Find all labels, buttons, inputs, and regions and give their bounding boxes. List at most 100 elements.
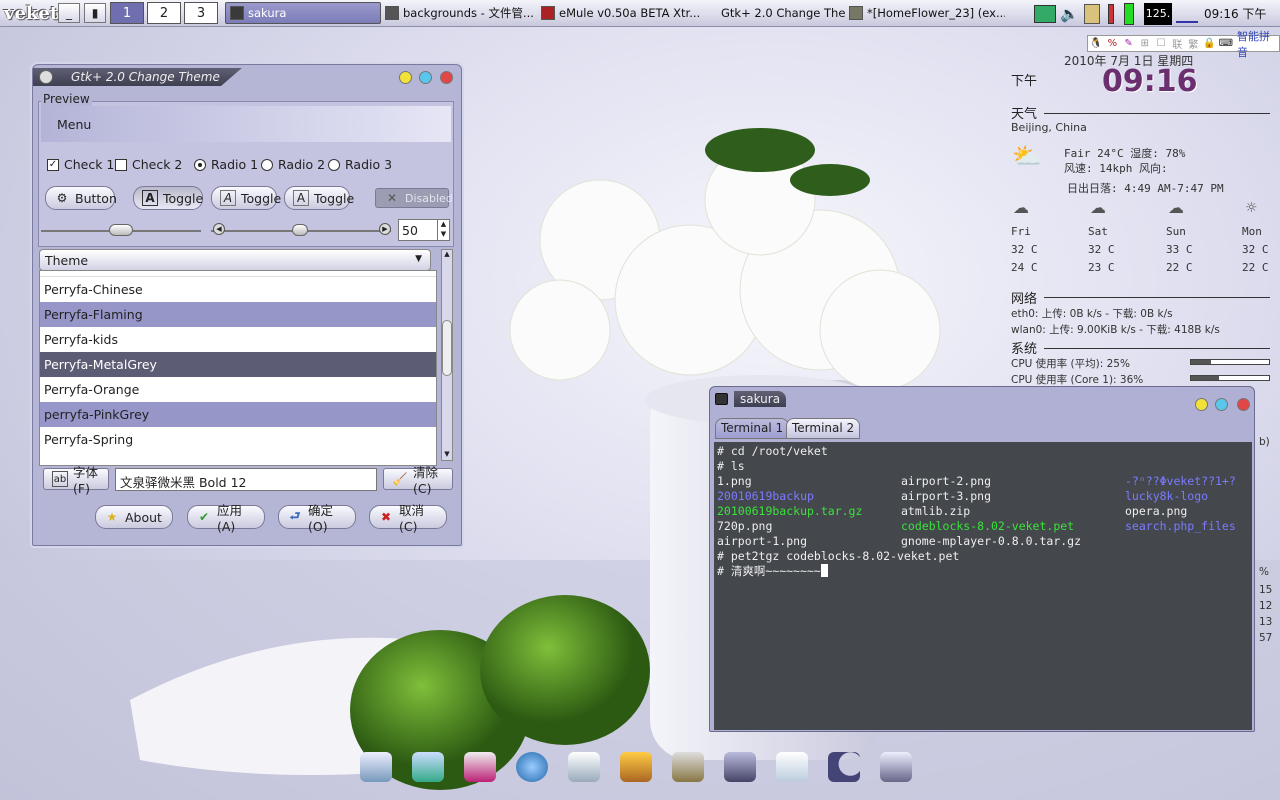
dock-moon-icon[interactable] bbox=[824, 748, 864, 786]
spin-button[interactable]: 50 ▲ ▼ bbox=[398, 219, 450, 241]
task-gtk-theme[interactable]: Gtk+ 2.0 Change The... bbox=[705, 2, 845, 24]
minimize-all-button[interactable]: _ bbox=[58, 3, 80, 23]
ime-trad-icon[interactable]: 联 bbox=[1169, 36, 1185, 51]
terminal-output[interactable]: # cd /root/veket # ls 1.png airport-2.png… bbox=[714, 442, 1252, 730]
check2-box[interactable] bbox=[115, 158, 127, 171]
radio2-dot[interactable] bbox=[261, 158, 273, 171]
minimize-button[interactable] bbox=[399, 71, 412, 84]
dock-image-viewer-icon[interactable] bbox=[408, 748, 448, 786]
terminal-minimize-button[interactable] bbox=[1195, 398, 1208, 411]
dock-webcam-icon[interactable] bbox=[720, 748, 760, 786]
radio1[interactable]: Radio 1 bbox=[194, 157, 258, 172]
toggle-1[interactable]: A Toggle bbox=[133, 186, 203, 210]
terminal-launcher-icon[interactable]: ▮ bbox=[84, 3, 106, 23]
task-sakura[interactable]: sakura bbox=[225, 2, 381, 24]
scroll-up-icon[interactable]: ▲ bbox=[442, 250, 452, 260]
check2[interactable]: Check 2 bbox=[115, 157, 182, 172]
taskbar-clock[interactable]: 09:16 下午 bbox=[1204, 5, 1266, 22]
radio3[interactable]: Radio 3 bbox=[328, 157, 392, 172]
scrollbar-thumb[interactable] bbox=[442, 320, 452, 376]
dock-globe-icon[interactable] bbox=[512, 748, 552, 786]
radio2[interactable]: Radio 2 bbox=[261, 157, 325, 172]
close-button[interactable] bbox=[440, 71, 453, 84]
tab-terminal-2[interactable]: Terminal 2 bbox=[786, 418, 861, 439]
ime-simp-icon[interactable]: ☐ bbox=[1153, 38, 1169, 49]
network-header: 网络 bbox=[1011, 292, 1038, 307]
toggle-2[interactable]: A Toggle bbox=[211, 186, 281, 210]
task-emule[interactable]: eMule v0.50a BETA Xtr... bbox=[537, 2, 705, 24]
radio1-dot[interactable] bbox=[194, 158, 206, 171]
ls-row: 1.png airport-2.png -?ⁿ??Φveket??1+? bbox=[717, 474, 1249, 489]
theme-item[interactable]: perryfa-PinkGrey bbox=[40, 402, 436, 427]
maximize-button[interactable] bbox=[419, 71, 432, 84]
network-icon[interactable] bbox=[1034, 4, 1056, 23]
gtk-window-title: Gtk+ 2.0 Change Theme bbox=[33, 68, 242, 86]
window-menu-icon[interactable] bbox=[39, 70, 53, 84]
spin-up-icon[interactable]: ▲ bbox=[437, 220, 449, 230]
preview-menubar: Menu bbox=[41, 106, 451, 142]
system-header: 系统 bbox=[1011, 342, 1038, 357]
spin-down-icon[interactable]: ▼ bbox=[437, 230, 449, 240]
task-gimp[interactable]: *[HomeFlower_23] (ex... bbox=[845, 2, 1005, 24]
scroll-right-icon[interactable]: ▶ bbox=[379, 223, 391, 235]
ime-penguin-icon[interactable]: 🐧 bbox=[1088, 38, 1104, 49]
conky-partial-1: b) bbox=[1259, 436, 1270, 448]
apply-button[interactable]: ✔ 应用(A) bbox=[187, 503, 265, 534]
ok-button[interactable]: ⮐ 确定(O) bbox=[278, 503, 356, 534]
clear-button[interactable]: 🧹 清除(C) bbox=[383, 465, 453, 496]
dock-notes-icon[interactable] bbox=[772, 748, 812, 786]
gear-icon: ⚙ bbox=[56, 191, 68, 205]
ime-name[interactable]: 智能拼音 bbox=[1237, 28, 1279, 60]
ime-full-icon[interactable]: 繁 bbox=[1185, 36, 1201, 51]
task-file-manager[interactable]: backgrounds - 文件管... bbox=[381, 2, 537, 24]
theme-item[interactable]: Perryfa-Orange bbox=[40, 377, 436, 402]
dock-music-icon[interactable] bbox=[616, 748, 656, 786]
theme-list-scrollbar[interactable]: ▲ ▼ bbox=[441, 249, 453, 461]
terminal-maximize-button[interactable] bbox=[1215, 398, 1228, 411]
check1-box[interactable]: ✓ bbox=[47, 158, 59, 171]
ime-keyboard-icon[interactable]: ⌨ bbox=[1218, 38, 1234, 49]
font-entry[interactable]: 文泉驿微米黑 Bold 12 bbox=[115, 468, 377, 491]
spin-value[interactable]: 50 bbox=[402, 223, 418, 238]
theme-item[interactable]: Perryfa-Chinese bbox=[40, 277, 436, 302]
theme-item[interactable]: Perryfa-Spring bbox=[40, 427, 436, 452]
dock-editor-icon[interactable] bbox=[564, 748, 604, 786]
gtk-theme-window: Gtk+ 2.0 Change Theme Preview Menu ✓ Chec… bbox=[32, 64, 462, 546]
hscale-1-knob[interactable] bbox=[109, 224, 133, 236]
tab-terminal-1[interactable]: Terminal 1 bbox=[715, 418, 790, 439]
terminal-close-button[interactable] bbox=[1237, 398, 1250, 411]
radio3-dot[interactable] bbox=[328, 158, 340, 171]
desktop-3-button[interactable]: 3 bbox=[184, 2, 218, 24]
dock-camera-icon[interactable] bbox=[876, 748, 916, 786]
preview-button[interactable]: ⚙ Button bbox=[45, 186, 117, 210]
clipboard-icon[interactable] bbox=[1084, 3, 1100, 24]
distro-logo[interactable]: veket bbox=[0, 0, 58, 27]
about-button[interactable]: ★ About bbox=[95, 505, 173, 529]
forecast-high-sat: 32 C bbox=[1088, 243, 1115, 256]
hscale-2-knob[interactable] bbox=[292, 224, 308, 236]
ime-lock-icon[interactable]: 🔒 bbox=[1202, 38, 1218, 49]
font-button[interactable]: ab 字体(F) bbox=[43, 465, 109, 496]
ime-mode-icon[interactable]: % bbox=[1104, 38, 1120, 49]
gtk-titlebar[interactable]: Gtk+ 2.0 Change Theme bbox=[33, 65, 461, 89]
theme-item[interactable]: Perryfa-kids bbox=[40, 327, 436, 352]
ime-punct-icon[interactable]: ⊞ bbox=[1137, 38, 1153, 49]
terminal-titlebar[interactable]: sakura bbox=[710, 387, 1254, 411]
scroll-left-icon[interactable]: ◀ bbox=[213, 223, 225, 235]
volume-icon[interactable]: 🔈 bbox=[1060, 5, 1079, 23]
toggle-3[interactable]: A Toggle bbox=[284, 186, 354, 210]
dock-flower-icon[interactable] bbox=[460, 748, 500, 786]
theme-combo[interactable]: Theme ▼ bbox=[39, 249, 431, 271]
desktop-1-button[interactable]: 1 bbox=[110, 2, 144, 24]
check1[interactable]: ✓ Check 1 bbox=[47, 157, 114, 172]
preview-menu[interactable]: Menu bbox=[57, 117, 91, 132]
theme-item-selected[interactable]: Perryfa-MetalGrey bbox=[40, 352, 436, 377]
dock-browser-icon[interactable] bbox=[356, 748, 396, 786]
ime-pen-icon[interactable]: ✎ bbox=[1120, 38, 1136, 49]
dock-gimp-icon[interactable] bbox=[668, 748, 708, 786]
enter-arrow-icon: ⮐ bbox=[289, 508, 301, 523]
cancel-button[interactable]: ✖ 取消(C) bbox=[369, 503, 447, 534]
theme-item[interactable]: Perryfa-Flaming bbox=[40, 302, 436, 327]
desktop-2-button[interactable]: 2 bbox=[147, 2, 181, 24]
scroll-down-icon[interactable]: ▼ bbox=[442, 450, 452, 460]
